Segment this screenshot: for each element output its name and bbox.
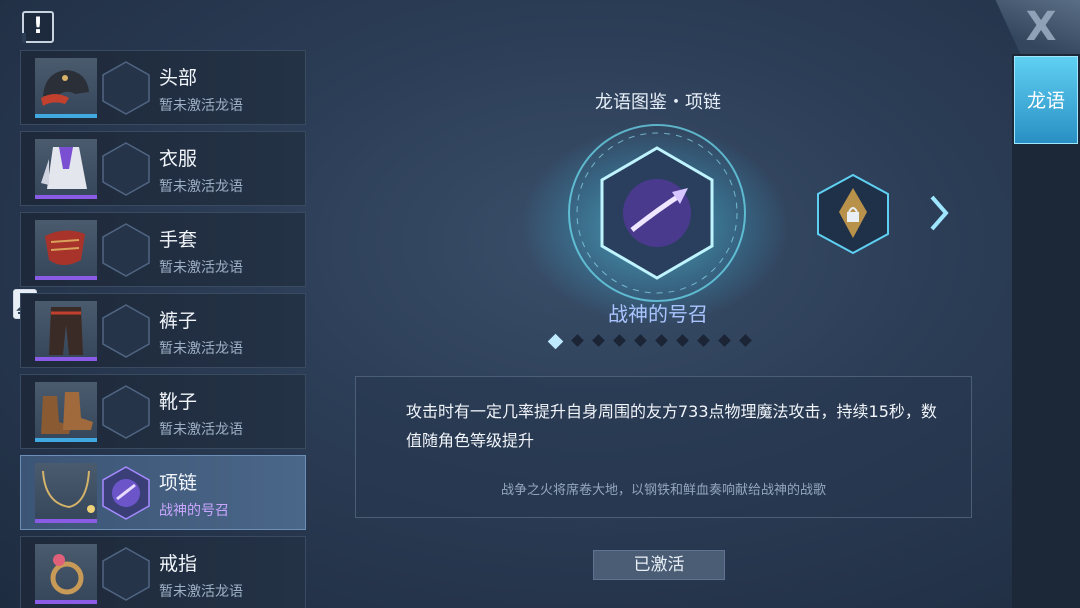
empty-rune-slot [102, 385, 150, 439]
page-dot[interactable] [697, 334, 710, 347]
slot-status: 暂未激活龙语 [159, 584, 243, 600]
ring-icon [35, 544, 97, 604]
boots-icon [35, 382, 97, 442]
rarity-bar [35, 276, 97, 280]
rune-slot-filled [102, 466, 150, 520]
ability-name: 战神的号召 [608, 302, 708, 326]
codex-title: 龙语图鉴・项链 [595, 92, 721, 113]
empty-rune-slot [102, 547, 150, 601]
page-dot[interactable] [676, 334, 689, 347]
chevron-right-icon[interactable] [928, 193, 950, 233]
slot-name: 项链 [159, 472, 198, 494]
flavor-text: 战争之火将席卷大地，以钢铁和鲜血奏响献给战神的战歌 [500, 483, 826, 498]
gauntlet-icon [35, 220, 97, 280]
slot-status: 暂未激活龙语 [159, 98, 243, 114]
rarity-bar [35, 357, 97, 361]
page-dot[interactable] [613, 334, 626, 347]
helmet-icon [35, 58, 97, 118]
slot-name: 裤子 [159, 310, 198, 332]
slot-name: 头部 [159, 67, 198, 89]
slot-status: 暂未激活龙语 [159, 179, 243, 195]
page-dot[interactable] [547, 333, 564, 350]
slot-clothes[interactable]: 衣服 暂未激活龙语 [20, 131, 306, 206]
slot-name: 戒指 [159, 553, 198, 575]
slot-status: 暂未激活龙语 [159, 341, 243, 357]
slot-status: 暂未激活龙语 [159, 422, 243, 438]
equipment-slot-list: 头部 暂未激活龙语 衣服 暂未激活龙语 手套 暂未激活龙语 裤子 暂未激活龙语 … [20, 50, 306, 608]
description-panel: 攻击时有一定几率提升自身周围的友方733点物理魔法攻击，持续15秒，数值随角色等… [355, 376, 972, 518]
slot-name: 手套 [159, 229, 198, 251]
tab-longyu[interactable]: 龙语 [1014, 56, 1078, 144]
robe-icon [35, 139, 97, 199]
slot-status: 战神的号召 [159, 503, 229, 519]
slot-head[interactable]: 头部 暂未激活龙语 [20, 50, 306, 125]
rarity-bar [35, 438, 97, 442]
rarity-bar [35, 600, 97, 604]
slot-ring[interactable]: 戒指 暂未激活龙语 [20, 536, 306, 608]
slot-name: 靴子 [159, 391, 198, 413]
alert-icon[interactable]: ! [22, 11, 54, 43]
dragon-emblem-icon [568, 124, 746, 302]
empty-rune-slot [102, 142, 150, 196]
page-dot[interactable] [718, 334, 731, 347]
ability-description: 攻击时有一定几率提升自身周围的友方733点物理魔法攻击，持续15秒，数值随角色等… [406, 402, 937, 450]
page-dot[interactable] [655, 334, 668, 347]
empty-rune-slot [102, 223, 150, 277]
close-icon[interactable]: X [1020, 7, 1062, 47]
slot-necklace[interactable]: 项链 战神的号召 [20, 455, 306, 530]
page-dot[interactable] [592, 334, 605, 347]
empty-rune-slot [102, 304, 150, 358]
slot-status: 暂未激活龙语 [159, 260, 243, 276]
empty-rune-slot [102, 61, 150, 115]
page-dot[interactable] [571, 334, 584, 347]
locked-emblem-icon[interactable] [815, 172, 891, 256]
rarity-bar [35, 195, 97, 199]
slot-pants[interactable]: 裤子 暂未激活龙语 [20, 293, 306, 368]
slot-boots[interactable]: 靴子 暂未激活龙语 [20, 374, 306, 449]
slot-gloves[interactable]: 手套 暂未激活龙语 [20, 212, 306, 287]
rarity-bar [35, 519, 97, 523]
slot-name: 衣服 [159, 148, 198, 170]
activated-button[interactable]: 已激活 [593, 550, 725, 580]
necklace-icon [35, 463, 97, 523]
rarity-bar [35, 114, 97, 118]
page-dot[interactable] [634, 334, 647, 347]
pants-icon [35, 301, 97, 361]
page-dot[interactable] [739, 334, 752, 347]
page-indicator [547, 333, 752, 350]
